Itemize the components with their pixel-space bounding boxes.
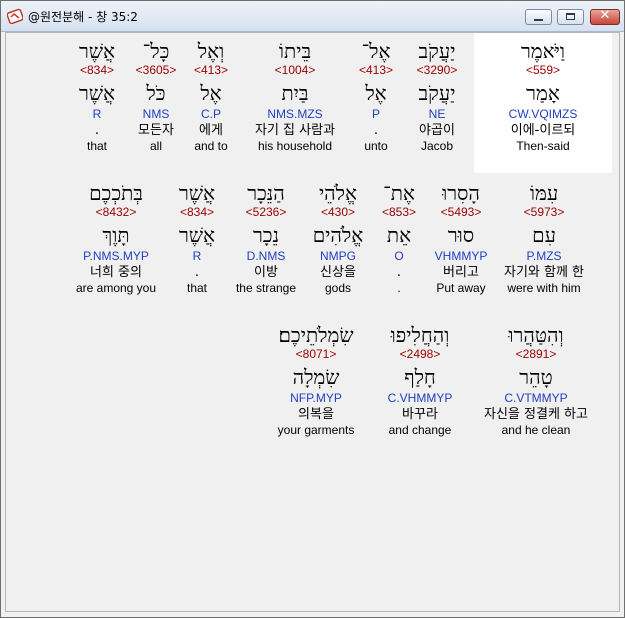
hebrew-word: וְהִטַּהֲרוּ xyxy=(508,323,564,347)
lemma-word: עִם xyxy=(532,223,556,247)
hebrew-word: שִׂמְלֹתֵיכֶם׃ xyxy=(278,323,354,347)
word-block[interactable]: וְהַחֲלִיפוּ <2498> חָלַף C.VHMMYP 바꾸라 a… xyxy=(377,323,463,437)
korean-gloss: 너희 중의 xyxy=(90,265,142,280)
lemma-word: נֵכָר xyxy=(252,223,280,247)
lemma-word: אֲשֶׁר xyxy=(79,81,115,105)
parsing-code: R xyxy=(192,249,202,263)
korean-gloss: 바꾸라 xyxy=(402,407,438,422)
word-block[interactable]: בֵּיתוֹ <1004> בַּיִת NMS.MZS 자기 집 사람과 h… xyxy=(255,39,335,153)
korean-gloss: 신상을 xyxy=(320,265,356,280)
lemma-word: בַּיִת xyxy=(281,81,309,105)
parsing-code: R xyxy=(92,107,102,121)
lemma-word: שִׂמְלָה xyxy=(292,365,340,389)
korean-gloss: . xyxy=(373,123,379,138)
word-block[interactable]: שִׂמְלֹתֵיכֶם׃ <8071> שִׂמְלָה NFP.MYP 의… xyxy=(266,323,366,437)
word-block[interactable]: וַיֹּאמֶר <559> אָמַר CW.VQIMZS 이에-이르되 T… xyxy=(505,39,581,153)
word-block[interactable]: אֶל־ <413> אֶל P . unto xyxy=(338,39,414,153)
word-block[interactable]: אֲשֶׁר <834> אֲשֶׁר R . that xyxy=(159,181,235,295)
english-gloss: your garments xyxy=(277,423,355,437)
strong-number[interactable]: <1004> xyxy=(255,63,335,77)
korean-gloss: 자기와 함께 한 xyxy=(503,265,585,280)
english-gloss: gods xyxy=(324,281,352,295)
minimize-icon xyxy=(534,19,543,21)
hebrew-word: אֲשֶׁר xyxy=(79,39,115,63)
strong-number[interactable]: <2891> xyxy=(472,347,600,361)
app-icon xyxy=(7,8,23,24)
parsing-code: CW.VQIMZS xyxy=(508,107,578,121)
strong-number[interactable]: <430> xyxy=(300,205,376,219)
lemma-word: טָהֵר xyxy=(519,365,553,389)
close-icon: ✕ xyxy=(599,8,611,23)
english-gloss: Then-said xyxy=(516,139,570,153)
maximize-icon xyxy=(566,13,575,20)
analysis-panel: וַיֹּאמֶר <559> אָמַר CW.VQIMZS 이에-이르되 T… xyxy=(5,32,620,612)
hebrew-word: וְהַחֲלִיפוּ xyxy=(390,323,450,347)
word-block[interactable]: בְּתֹכְכֶם <8432> תָּוֶךְ P.NMS.MYP 너희 중… xyxy=(70,181,162,295)
hebrew-word: אֲשֶׁר xyxy=(179,181,215,205)
strong-number[interactable]: <8432> xyxy=(70,205,162,219)
hebrew-word: הַנֵּכָר xyxy=(247,181,285,205)
word-block[interactable]: אֱלֹהֵי <430> אֱלֹהִים NMPG 신상을 gods xyxy=(300,181,376,295)
strong-number[interactable]: <559> xyxy=(505,63,581,77)
parsing-code: P xyxy=(371,107,380,121)
english-gloss: unto xyxy=(364,139,388,153)
strong-number[interactable]: <8071> xyxy=(266,347,366,361)
english-gloss: that xyxy=(86,139,107,153)
lemma-word: אֶל xyxy=(365,81,387,105)
strong-number[interactable]: <834> xyxy=(59,63,135,77)
parsing-code: C.VHMMYP xyxy=(387,391,453,405)
korean-gloss: 자신을 정결케 하고 xyxy=(484,407,588,422)
maximize-button[interactable] xyxy=(557,9,584,25)
korean-gloss: 이에-이르되 xyxy=(510,123,576,138)
strong-number[interactable]: <413> xyxy=(338,63,414,77)
parsing-code: P.MZS xyxy=(526,249,562,263)
word-block[interactable]: וְהִטַּהֲרוּ <2891> טָהֵר C.VTMMYP 자신을 정… xyxy=(472,323,600,437)
hebrew-word: בְּתֹכְכֶם xyxy=(89,181,143,205)
word-block[interactable]: הַנֵּכָר <5236> נֵכָר D.NMS 이방 the stran… xyxy=(228,181,304,295)
lemma-word: אֲשֶׁר xyxy=(179,223,215,247)
close-button[interactable]: ✕ xyxy=(590,8,620,25)
parsing-code: C.VTMMYP xyxy=(504,391,568,405)
strong-number[interactable]: <834> xyxy=(159,205,235,219)
hebrew-word: בֵּיתוֹ xyxy=(278,39,312,63)
english-gloss: are among you xyxy=(75,281,157,295)
hebrew-word: וַיֹּאמֶר xyxy=(520,39,566,63)
strong-number[interactable]: <5236> xyxy=(228,205,304,219)
parsing-code: NMS.MZS xyxy=(267,107,323,121)
lemma-word: חָלַף xyxy=(404,365,436,389)
parsing-code: NFP.MYP xyxy=(290,391,342,405)
hebrew-word: אֶל־ xyxy=(361,39,391,63)
strong-number[interactable]: <2498> xyxy=(377,347,463,361)
lemma-word: אֱלֹהִים xyxy=(312,223,364,247)
english-gloss: that xyxy=(186,281,207,295)
lemma-word: תָּוֶךְ xyxy=(102,223,130,247)
korean-gloss: . xyxy=(94,123,100,138)
korean-gloss: . xyxy=(194,265,200,280)
parsing-code: NMPG xyxy=(320,249,356,263)
strong-number[interactable]: <5973> xyxy=(502,205,586,219)
word-block[interactable]: אֲשֶׁר <834> אֲשֶׁר R . that xyxy=(59,39,135,153)
english-gloss: were with him xyxy=(507,281,581,295)
hebrew-word: אֱלֹהֵי xyxy=(318,181,358,205)
window-title: @원전분해 - 창 35:2 xyxy=(28,10,138,24)
english-gloss: and change xyxy=(388,423,452,437)
english-gloss: and he clean xyxy=(501,423,571,437)
korean-gloss: 자기 집 사람과 xyxy=(255,123,336,138)
hebrew-word: עִמּוֹ xyxy=(529,181,559,205)
lemma-word: אָמַר xyxy=(526,81,560,105)
title-bar[interactable]: @원전분해 - 창 35:2 ✕ xyxy=(1,1,624,32)
parsing-code: P.NMS.MYP xyxy=(83,249,149,263)
parsing-code: D.NMS xyxy=(246,249,286,263)
korean-gloss: 이방 xyxy=(254,265,278,280)
english-gloss: the strange xyxy=(235,281,297,295)
minimize-button[interactable] xyxy=(525,9,552,25)
korean-gloss: 의복을 xyxy=(298,407,334,422)
word-block[interactable]: עִמּוֹ <5973> עִם P.MZS 자기와 함께 한 were wi… xyxy=(502,181,586,295)
english-gloss: his household xyxy=(257,139,333,153)
app-window: @원전분해 - 창 35:2 ✕ וַיֹּאמֶר <559> אָמַר C… xyxy=(0,0,625,618)
